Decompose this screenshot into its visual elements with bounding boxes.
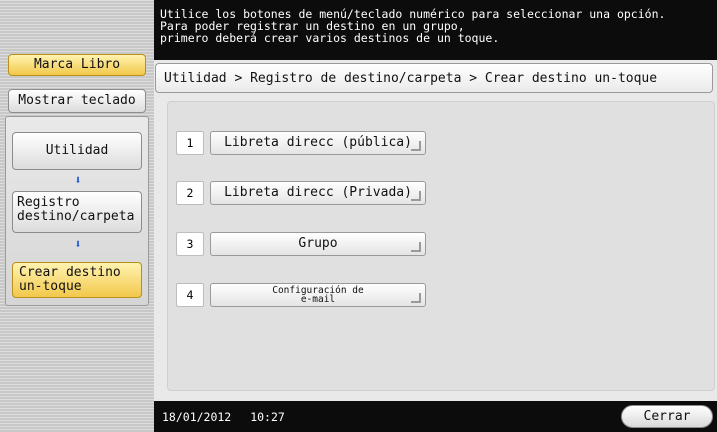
bookmark-button[interactable]: Marca Libro xyxy=(8,54,146,76)
path-registro-button[interactable]: Registro destino/carpeta xyxy=(12,191,142,233)
arrow-down-icon: ⬇ xyxy=(74,173,82,187)
corner-icon xyxy=(411,242,421,252)
option-number: 1 xyxy=(176,131,204,155)
path-crear-destino-button[interactable]: Crear destino un-toque xyxy=(12,262,142,298)
option-label: Grupo xyxy=(298,236,338,251)
option-email-settings-button[interactable]: Configuración de e-mail xyxy=(210,283,426,307)
option-label: Libreta direcc (Privada) xyxy=(224,185,412,200)
option-public-address-book-button[interactable]: Libreta direcc (pública) xyxy=(210,131,426,155)
screen: Marca Libro Mostrar teclado Utilidad ⬇ R… xyxy=(0,0,717,432)
date: 18/01/2012 xyxy=(162,410,232,424)
option-number: 2 xyxy=(176,181,204,205)
time: 10:27 xyxy=(250,410,285,424)
path-utilidad-button[interactable]: Utilidad xyxy=(12,132,142,170)
datetime: 18/01/2012 10:27 xyxy=(162,410,285,424)
option-private-address-book-button[interactable]: Libreta direcc (Privada) xyxy=(210,181,426,205)
corner-icon xyxy=(411,293,421,303)
breadcrumb: Utilidad > Registro de destino/carpeta >… xyxy=(155,63,713,93)
close-button[interactable]: Cerrar xyxy=(621,405,713,428)
option-number: 4 xyxy=(176,283,204,307)
instruction-message: Utilice los botones de menú/teclado numé… xyxy=(154,0,717,60)
corner-icon xyxy=(411,141,421,151)
option-label: Libreta direcc (pública) xyxy=(224,135,412,150)
corner-icon xyxy=(411,191,421,201)
show-keyboard-button[interactable]: Mostrar teclado xyxy=(8,89,146,113)
status-bar: 18/01/2012 10:27 Cerrar xyxy=(154,401,717,432)
arrow-down-icon: ⬇ xyxy=(74,237,82,251)
option-number: 3 xyxy=(176,232,204,256)
option-group-button[interactable]: Grupo xyxy=(210,232,426,256)
option-label: Configuración de e-mail xyxy=(272,285,364,305)
